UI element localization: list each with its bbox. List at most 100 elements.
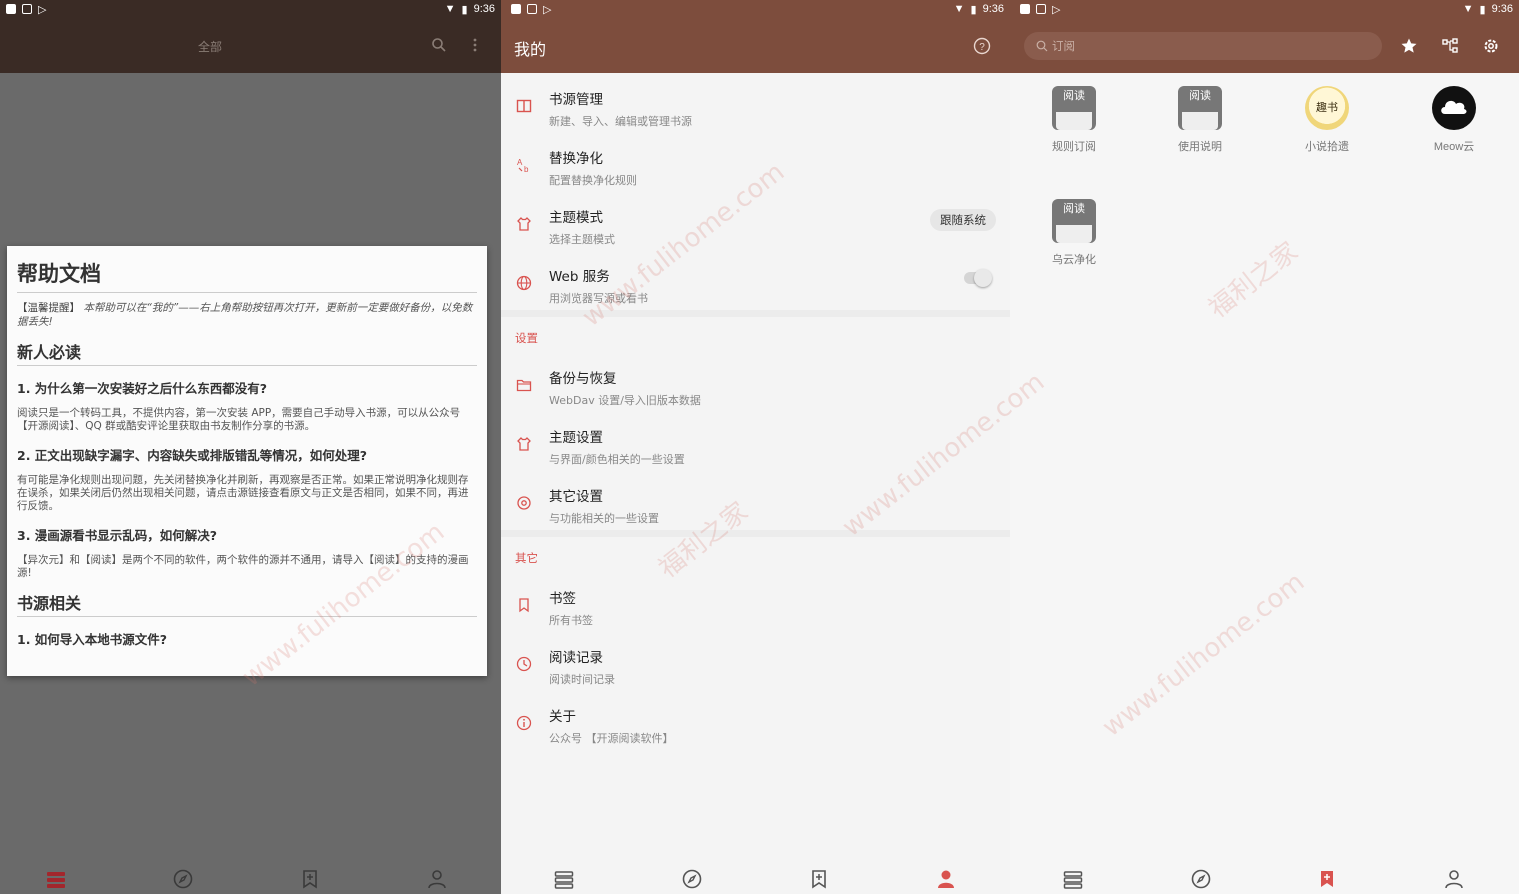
- menu-title: 阅读记录: [549, 650, 603, 666]
- other-settings-item[interactable]: 其它设置 与功能相关的一些设置: [501, 475, 1010, 533]
- subscription-label: 规则订阅: [1052, 141, 1096, 153]
- profile-icon-active[interactable]: [935, 868, 957, 890]
- bottom-nav: [1010, 860, 1519, 894]
- faq-answer: 有可能是净化规则出现问题，先关闭替换净化并刷新，再观察是否正常。如果正常说明净化…: [17, 474, 469, 512]
- status-time: 9:36: [1491, 3, 1513, 15]
- page-title: 我的: [514, 40, 547, 59]
- wifi-icon: ▼: [953, 3, 965, 15]
- menu-title: 替换净化: [549, 151, 603, 167]
- help-note: 【温馨提醒】 本帮助可以在“我的”——右上角帮助按钮再次打开，更新前一定要做好备…: [17, 301, 477, 329]
- gear-icon[interactable]: [1482, 37, 1500, 55]
- help-icon[interactable]: ?: [973, 37, 991, 55]
- menu-subtitle: 所有书签: [549, 614, 593, 627]
- help-dialog[interactable]: 帮助文档 【温馨提醒】 本帮助可以在“我的”——右上角帮助按钮再次打开，更新前一…: [7, 246, 487, 676]
- theme-settings-item[interactable]: 主题设置 与界面/颜色相关的一些设置: [501, 416, 1010, 474]
- rss-icon[interactable]: [808, 868, 830, 890]
- a-icon: [22, 4, 32, 14]
- a-icon: [1036, 4, 1046, 14]
- menu-title: 书签: [549, 591, 576, 607]
- book-source-item[interactable]: 书源管理 新建、导入、编辑或管理书源: [501, 78, 1010, 136]
- clock-icon: [516, 656, 532, 672]
- rss-icon-active[interactable]: [1316, 868, 1338, 890]
- shirt-icon: [517, 217, 531, 231]
- status-time: 9:36: [473, 3, 495, 15]
- section-heading: 书源相关: [17, 590, 477, 617]
- search-input[interactable]: 订阅: [1024, 32, 1382, 60]
- section-heading: 新人必读: [17, 339, 477, 366]
- menu-subtitle: WebDav 设置/导入旧版本数据: [549, 394, 701, 407]
- note-body: 本帮助可以在“我的”——右上角帮助按钮再次打开，更新前一定要做好备份，以免数据丢…: [17, 302, 473, 328]
- bottom-nav: [0, 860, 501, 894]
- subscription-meow[interactable]: Meow云: [1414, 86, 1494, 166]
- yuedu-icon: 阅读: [1178, 86, 1222, 130]
- explore-icon[interactable]: [172, 868, 194, 890]
- menu-title: 备份与恢复: [549, 371, 617, 387]
- read-record-item[interactable]: 阅读记录 阅读时间记录: [501, 636, 1010, 694]
- wifi-icon: ▼: [444, 3, 456, 15]
- a-icon: [527, 4, 537, 14]
- bookshelf-app-bar: ▷ ▼ ▮ 9:36 全部: [0, 0, 501, 73]
- more-vert-icon[interactable]: [470, 36, 480, 54]
- replace-rule-item[interactable]: Ab 替换净化 配置替换净化规则: [501, 137, 1010, 195]
- menu-subtitle: 用浏览器写源或看书: [549, 292, 648, 305]
- notification-icon: [511, 4, 521, 14]
- profile-icon[interactable]: [1443, 868, 1465, 890]
- subscription-wuyun[interactable]: 阅读 乌云净化: [1034, 199, 1114, 279]
- my-app-bar: ▷ ▼ ▮ 9:36 我的 ?: [501, 0, 1010, 73]
- subscription-panel: ▷ ▼ ▮ 9:36 订阅 阅读 规则订阅 阅读 使用说明 趣书 小说拾遗 Meow…: [1010, 0, 1519, 894]
- faq-question: 2. 正文出现缺字漏字、内容缺失或排版错乱等情况，如何处理?: [17, 448, 368, 463]
- bookshelf-icon[interactable]: [1062, 868, 1084, 890]
- globe-icon: [516, 275, 532, 291]
- info-icon: [516, 715, 532, 731]
- web-service-switch[interactable]: [964, 269, 992, 287]
- divider: [501, 530, 1010, 537]
- bookmark-icon: [519, 598, 529, 613]
- about-item[interactable]: 关于 公众号 【开源阅读软件】: [501, 695, 1010, 753]
- faq-question: 1. 如何导入本地书源文件?: [17, 632, 168, 647]
- status-bar: ▷ ▼ ▮ 9:36: [1010, 0, 1519, 18]
- battery-icon: ▮: [970, 3, 977, 16]
- subscription-novel[interactable]: 趣书 小说拾遗: [1287, 86, 1367, 166]
- search-icon[interactable]: [431, 37, 447, 53]
- switch-knob: [974, 269, 992, 287]
- wifi-icon: ▼: [1462, 3, 1474, 15]
- divider: [501, 310, 1010, 317]
- explore-icon[interactable]: [681, 868, 703, 890]
- menu-title: 关于: [549, 709, 576, 725]
- menu-title: 主题设置: [549, 430, 603, 446]
- rss-icon[interactable]: [299, 868, 321, 890]
- menu-subtitle: 选择主题模式: [549, 233, 615, 246]
- svg-text:?: ?: [979, 42, 985, 53]
- bookshelf-icon[interactable]: [553, 868, 575, 890]
- menu-subtitle: 阅读时间记录: [549, 673, 615, 686]
- share-tree-icon[interactable]: [1441, 37, 1459, 55]
- web-service-item[interactable]: Web 服务 用浏览器写源或看书: [501, 255, 1010, 313]
- shirt-icon: [517, 437, 531, 451]
- subscription-label: 乌云净化: [1052, 254, 1096, 266]
- subscription-label: 小说拾遗: [1305, 141, 1349, 153]
- play-icon: ▷: [1052, 2, 1061, 16]
- search-placeholder: 订阅: [1052, 39, 1075, 53]
- backup-item[interactable]: 备份与恢复 WebDav 设置/导入旧版本数据: [501, 357, 1010, 415]
- bookmark-item[interactable]: 书签 所有书签: [501, 577, 1010, 635]
- menu-subtitle: 与功能相关的一些设置: [549, 512, 659, 525]
- cloud-icon: [1432, 86, 1476, 130]
- bookshelf-icon[interactable]: [45, 868, 67, 890]
- star-icon[interactable]: [1400, 37, 1418, 55]
- menu-title: 其它设置: [549, 489, 603, 505]
- my-panel: ▷ ▼ ▮ 9:36 我的 ? 书源管理 新建、导入、编辑或管理书源 Ab 替换净化…: [501, 0, 1010, 894]
- menu-subtitle: 配置替换净化规则: [549, 174, 637, 187]
- group-title[interactable]: 全部: [198, 38, 222, 55]
- menu-title: Web 服务: [549, 269, 610, 285]
- theme-mode-chip[interactable]: 跟随系统: [930, 209, 996, 231]
- novel-icon: 趣书: [1305, 86, 1349, 130]
- status-bar: ▷ ▼ ▮ 9:36: [501, 0, 1010, 18]
- help-title: 帮助文档: [17, 258, 477, 293]
- profile-icon[interactable]: [426, 868, 448, 890]
- explore-icon[interactable]: [1190, 868, 1212, 890]
- faq-question: 3. 漫画源看书显示乱码，如何解决?: [17, 528, 218, 543]
- play-icon: ▷: [543, 2, 552, 16]
- menu-subtitle: 与界面/颜色相关的一些设置: [549, 453, 685, 466]
- subscription-guide[interactable]: 阅读 使用说明: [1160, 86, 1240, 166]
- subscription-rule[interactable]: 阅读 规则订阅: [1034, 86, 1114, 166]
